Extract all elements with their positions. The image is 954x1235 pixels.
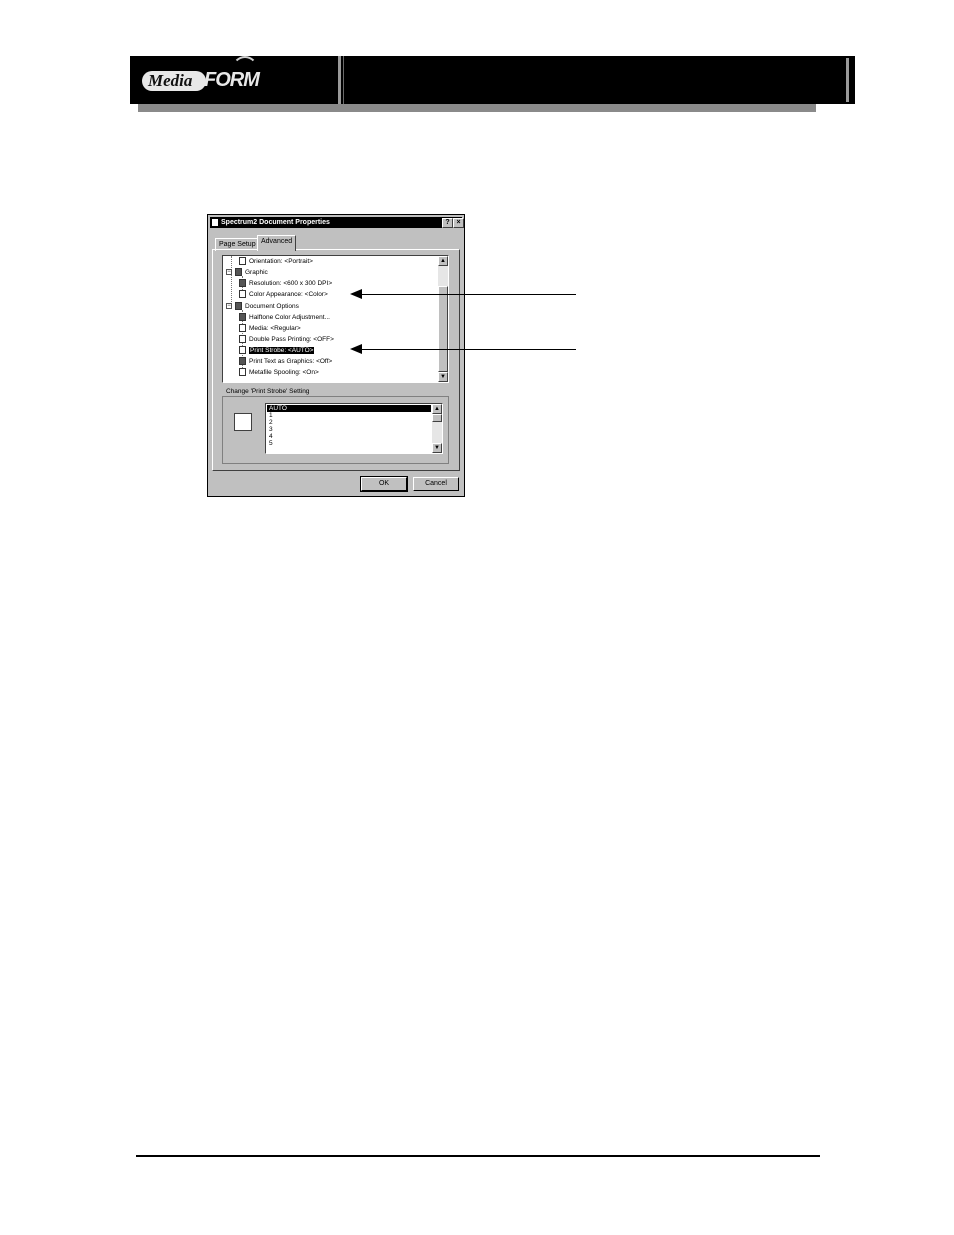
scroll-down-arrow-icon[interactable]: ▼ [438,372,448,382]
tree-item-label: Graphic [245,269,268,276]
mediaform-logo: Media FORM [142,56,262,94]
list-item[interactable]: 1 [267,412,273,419]
banner-divider-line [343,56,344,104]
ok-button[interactable]: OK [360,476,408,492]
tree-item-graphic[interactable]: − Graphic [226,267,268,278]
close-button[interactable]: × [453,218,464,228]
scroll-up-arrow-icon[interactable]: ▲ [432,404,442,414]
tree-item-metafile-spooling[interactable]: Metafile Spooling: <On> [239,367,319,378]
color-icon [239,290,246,299]
tree-item-label: Metafile Spooling: <On> [249,369,319,376]
page-icon [239,257,246,266]
tree-item-label: Double Pass Printing: <OFF> [249,336,334,343]
dialog-titlebar[interactable]: Spectrum2 Document Properties ? × [210,217,464,228]
tree-item-label: Color Appearance: <Color> [249,291,328,298]
logo-swoosh [232,56,258,82]
callout-line-print-strobe [360,349,576,350]
doublepass-icon [239,335,246,344]
tree-item-label: Media: <Regular> [249,325,301,332]
tree-item-halftone[interactable]: Halftone Color Adjustment... [239,312,330,323]
strobe-options-list[interactable]: AUTO 1 2 3 4 5 ▲ ▼ [265,403,443,454]
header-banner-shadow [138,104,816,112]
strobe-icon [239,346,246,355]
cancel-button[interactable]: Cancel [413,477,459,491]
spool-icon [239,368,246,377]
scroll-thumb[interactable] [432,414,442,422]
list-item[interactable]: 4 [267,433,273,440]
strobe-setting-group-label: Change 'Print Strobe' Setting [224,388,312,395]
arrow-left-icon [350,289,362,299]
printer-icon [212,219,218,226]
help-button[interactable]: ? [442,218,453,228]
tree-item-label: Orientation: <Portrait> [249,258,313,265]
list-item-selected[interactable]: AUTO [267,405,431,412]
tree-item-color-appearance[interactable]: Color Appearance: <Color> [239,289,328,300]
strobe-preview-box [234,413,252,431]
collapse-icon[interactable]: − [226,269,232,276]
tree-item-document-options[interactable]: − Document Options [226,301,299,312]
scroll-up-arrow-icon[interactable]: ▲ [438,256,448,266]
tree-item-double-pass[interactable]: Double Pass Printing: <OFF> [239,334,334,345]
tree-item-print-text-graphics[interactable]: Print Text as Graphics: <Off> [239,356,332,367]
options-icon [235,302,242,311]
tree-item-label: Halftone Color Adjustment... [249,314,330,321]
tree-item-resolution[interactable]: Resolution: <600 x 300 DPI> [239,278,332,289]
resolution-icon [239,279,246,288]
scroll-down-arrow-icon[interactable]: ▼ [432,443,442,453]
banner-right-bar [846,58,849,102]
list-item[interactable]: 2 [267,419,273,426]
list-scrollbar[interactable]: ▲ ▼ [432,404,442,453]
dialog-title: Spectrum2 Document Properties [221,219,330,226]
graphic-icon [235,268,242,277]
list-item[interactable]: 3 [267,426,273,433]
tree-item-label-selected: Print Strobe: <AUTO> [249,347,315,354]
arrow-left-icon [350,344,362,354]
halftone-icon [239,313,246,322]
tree-item-label: Print Text as Graphics: <Off> [249,358,333,365]
tree-item-print-strobe[interactable]: Print Strobe: <AUTO> [239,345,315,356]
media-icon [239,324,246,333]
tree-item-label: Document Options [245,303,299,310]
scroll-thumb[interactable] [438,286,448,372]
collapse-icon[interactable]: − [226,303,232,310]
header-banner: Media FORM [130,56,855,104]
list-item[interactable]: 5 [267,440,273,447]
document-properties-dialog: Spectrum2 Document Properties ? × Page S… [207,214,465,497]
settings-tree[interactable]: Orientation: <Portrait> − Graphic Resolut… [222,255,449,383]
tree-scrollbar[interactable]: ▲ ▼ [438,256,448,382]
banner-divider [338,56,341,104]
tree-item-orientation[interactable]: Orientation: <Portrait> [239,256,313,267]
footer-rule [136,1155,820,1157]
logo-media-text: Media [148,71,193,90]
callout-line-color-appearance [360,294,576,295]
tree-item-label: Resolution: <600 x 300 DPI> [249,280,333,287]
tree-item-media[interactable]: Media: <Regular> [239,323,301,334]
tab-advanced[interactable]: Advanced [257,235,297,251]
text-graphics-icon [239,357,246,366]
